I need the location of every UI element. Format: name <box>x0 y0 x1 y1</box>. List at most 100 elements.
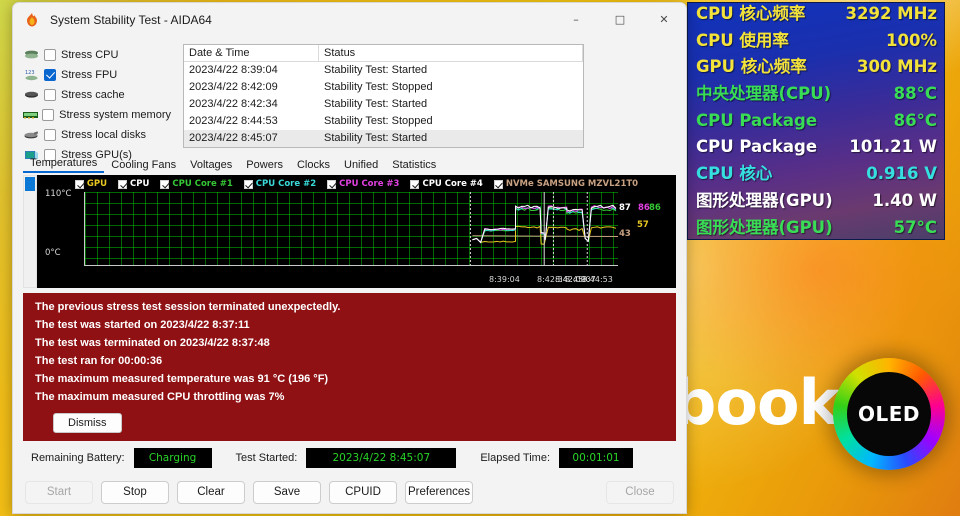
legend-label: CPU Core #3 <box>339 179 400 189</box>
legend-checkbox[interactable] <box>243 179 253 189</box>
warning-lines: The previous stress test session termina… <box>35 301 664 403</box>
osd-row-label: 图形处理器(GPU) <box>696 190 833 210</box>
table-row[interactable]: 2023/4/22 8:42:09 Stability Test: Stopped <box>184 79 583 96</box>
table-row[interactable]: 2023/4/22 8:42:34 Stability Test: Started <box>184 96 583 113</box>
preferences-button[interactable]: Preferences <box>405 480 473 504</box>
osd-row: 图形处理器(GPU) 57°C <box>696 217 937 237</box>
tab-statistics[interactable]: Statistics <box>385 159 443 173</box>
cache-chip-icon <box>23 88 40 102</box>
cpuid-button[interactable]: CPUID <box>329 480 397 504</box>
stop-button[interactable]: Stop <box>101 480 169 504</box>
legend-item[interactable]: GPU <box>74 179 107 189</box>
cpu-chip-icon <box>23 48 40 62</box>
table-row[interactable]: 2023/4/22 8:44:53 Stability Test: Stopped <box>184 113 583 130</box>
stress-option-checkbox[interactable] <box>44 48 56 61</box>
window-titlebar: System Stability Test - AIDA64 – □ ✕ <box>13 3 686 36</box>
stress-option-label: Stress local disks <box>61 128 146 141</box>
legend-item[interactable]: NVMe SAMSUNG MZVL21T0 <box>493 179 639 189</box>
log-datetime-cell: 2023/4/22 8:42:34 <box>189 98 278 110</box>
legend-label: NVMe SAMSUNG MZVL21T0 <box>505 179 639 189</box>
tab-temperatures[interactable]: Temperatures <box>23 157 105 173</box>
log-datetime-cell: 2023/4/22 8:39:04 <box>189 64 278 76</box>
close-button: Close <box>606 480 674 504</box>
osd-row-label: GPU 核心频率 <box>696 57 807 77</box>
log-table-header: Date & Time Status <box>184 45 583 62</box>
stress-option-checkbox[interactable] <box>44 68 56 81</box>
x-axis-tick-label: 8:39:04 <box>489 275 520 284</box>
osd-row-value: 300 MHz <box>856 57 937 77</box>
event-log-table[interactable]: Date & Time Status 2023/4/22 8:39:04 Stabil… <box>183 44 584 148</box>
button-row: Start Stop Clear Save CPUID Preferences Close <box>23 475 676 513</box>
log-status-cell: Stability Test: Started <box>324 64 428 76</box>
graph-scrollbar[interactable] <box>23 175 37 288</box>
legend-label: CPU Core #4 <box>422 179 483 189</box>
osd-row-value: 101.21 W <box>849 137 937 157</box>
osd-row: CPU 核心频率 3292 MHz <box>696 5 937 23</box>
legend-checkbox[interactable] <box>327 179 337 189</box>
tab-voltages[interactable]: Voltages <box>183 159 239 173</box>
stress-option-label: Stress CPU <box>61 48 119 61</box>
stress-option-row[interactable]: Stress system memory <box>23 106 171 123</box>
clear-button[interactable]: Clear <box>177 480 245 504</box>
osd-row-value: 86°C <box>893 110 937 130</box>
stress-option-row[interactable]: Stress CPU <box>23 46 171 63</box>
stress-option-row[interactable]: Stress cache <box>23 86 171 103</box>
minimize-button[interactable]: – <box>554 4 598 36</box>
osd-row-label: 图形处理器(GPU) <box>696 217 833 237</box>
legend-checkbox[interactable] <box>160 179 170 189</box>
tab-cooling-fans[interactable]: Cooling Fans <box>104 159 183 173</box>
elapsed-time-label: Elapsed Time: <box>480 452 551 464</box>
osd-row: 中央处理器(CPU) 88°C <box>696 86 937 103</box>
osd-row: CPU 核心 0.916 V <box>696 166 937 183</box>
log-datetime-cell: 2023/4/22 8:45:07 <box>189 132 278 144</box>
stress-option-row[interactable]: 123 Stress FPU <box>23 66 171 83</box>
table-row[interactable]: 2023/4/22 8:39:04 Stability Test: Started <box>184 62 583 79</box>
save-button[interactable]: Save <box>253 480 321 504</box>
temperature-graph: GPU CPU CPU Core #1 CPU Core #2 CPU Core #3 C… <box>37 175 676 288</box>
osd-row-value: 0.916 V <box>866 164 937 184</box>
legend-checkbox[interactable] <box>493 179 503 189</box>
stress-option-label: Stress cache <box>61 88 125 101</box>
osd-row-value: 88°C <box>893 84 937 104</box>
legend-label: CPU Core #2 <box>255 179 317 189</box>
dismiss-button[interactable]: Dismiss <box>53 413 122 433</box>
log-column-header[interactable]: Status <box>319 45 583 61</box>
table-row[interactable]: 2023/4/22 8:45:07 Stability Test: Started <box>184 130 583 147</box>
stress-option-checkbox[interactable] <box>44 88 56 101</box>
osd-row-label: CPU Package <box>696 137 818 157</box>
osd-overlay: CPU 核心频率 3292 MHz CPU 使用率 100% GPU 核心频率 300 M… <box>687 2 945 240</box>
warning-line: The previous stress test session termina… <box>35 301 341 313</box>
stress-option-label: Stress FPU <box>61 68 118 81</box>
osd-row-label: 中央处理器(CPU) <box>696 84 832 104</box>
graph-plot-area <box>84 192 618 266</box>
warning-line: The maximum measured CPU throttling was … <box>35 391 285 403</box>
oled-logo-text: OLED <box>857 402 920 426</box>
tab-clocks[interactable]: Clocks <box>290 159 337 173</box>
stress-option-checkbox[interactable] <box>42 108 55 121</box>
stress-option-checkbox[interactable] <box>44 128 56 141</box>
osd-row-value: 57°C <box>893 217 937 237</box>
test-started-label: Test Started: <box>235 452 298 464</box>
legend-checkbox[interactable] <box>74 179 84 189</box>
legend-item[interactable]: CPU <box>118 179 149 189</box>
osd-row: GPU 核心频率 300 MHz <box>696 59 937 76</box>
legend-item[interactable]: CPU Core #4 <box>410 179 483 189</box>
legend-item[interactable]: CPU Core #1 <box>160 179 233 189</box>
tab-unified[interactable]: Unified <box>337 159 385 173</box>
stress-options-list: Stress CPU 123 Stress FPU Stress cache Stres… <box>23 44 171 161</box>
aida64-window: System Stability Test - AIDA64 – □ ✕ Str… <box>12 2 687 514</box>
osd-row-label: CPU 核心 <box>696 164 773 184</box>
log-status-cell: Stability Test: Started <box>324 132 428 144</box>
close-button[interactable]: ✕ <box>642 4 686 36</box>
graph-scrollbar-thumb[interactable] <box>25 177 35 191</box>
stress-option-row[interactable]: Stress local disks <box>23 126 171 143</box>
desktop: book OLED CPU 核心频率 3292 MHz CPU 使用率 100% GPU… <box>0 0 960 516</box>
legend-item[interactable]: CPU Core #2 <box>243 179 317 189</box>
legend-checkbox[interactable] <box>410 179 420 189</box>
legend-checkbox[interactable] <box>118 179 128 189</box>
tab-powers[interactable]: Powers <box>239 159 290 173</box>
osd-row: CPU Package 86°C <box>696 110 937 130</box>
maximize-button[interactable]: □ <box>598 4 642 36</box>
legend-item[interactable]: CPU Core #3 <box>327 179 399 189</box>
log-column-header[interactable]: Date & Time <box>184 45 319 61</box>
